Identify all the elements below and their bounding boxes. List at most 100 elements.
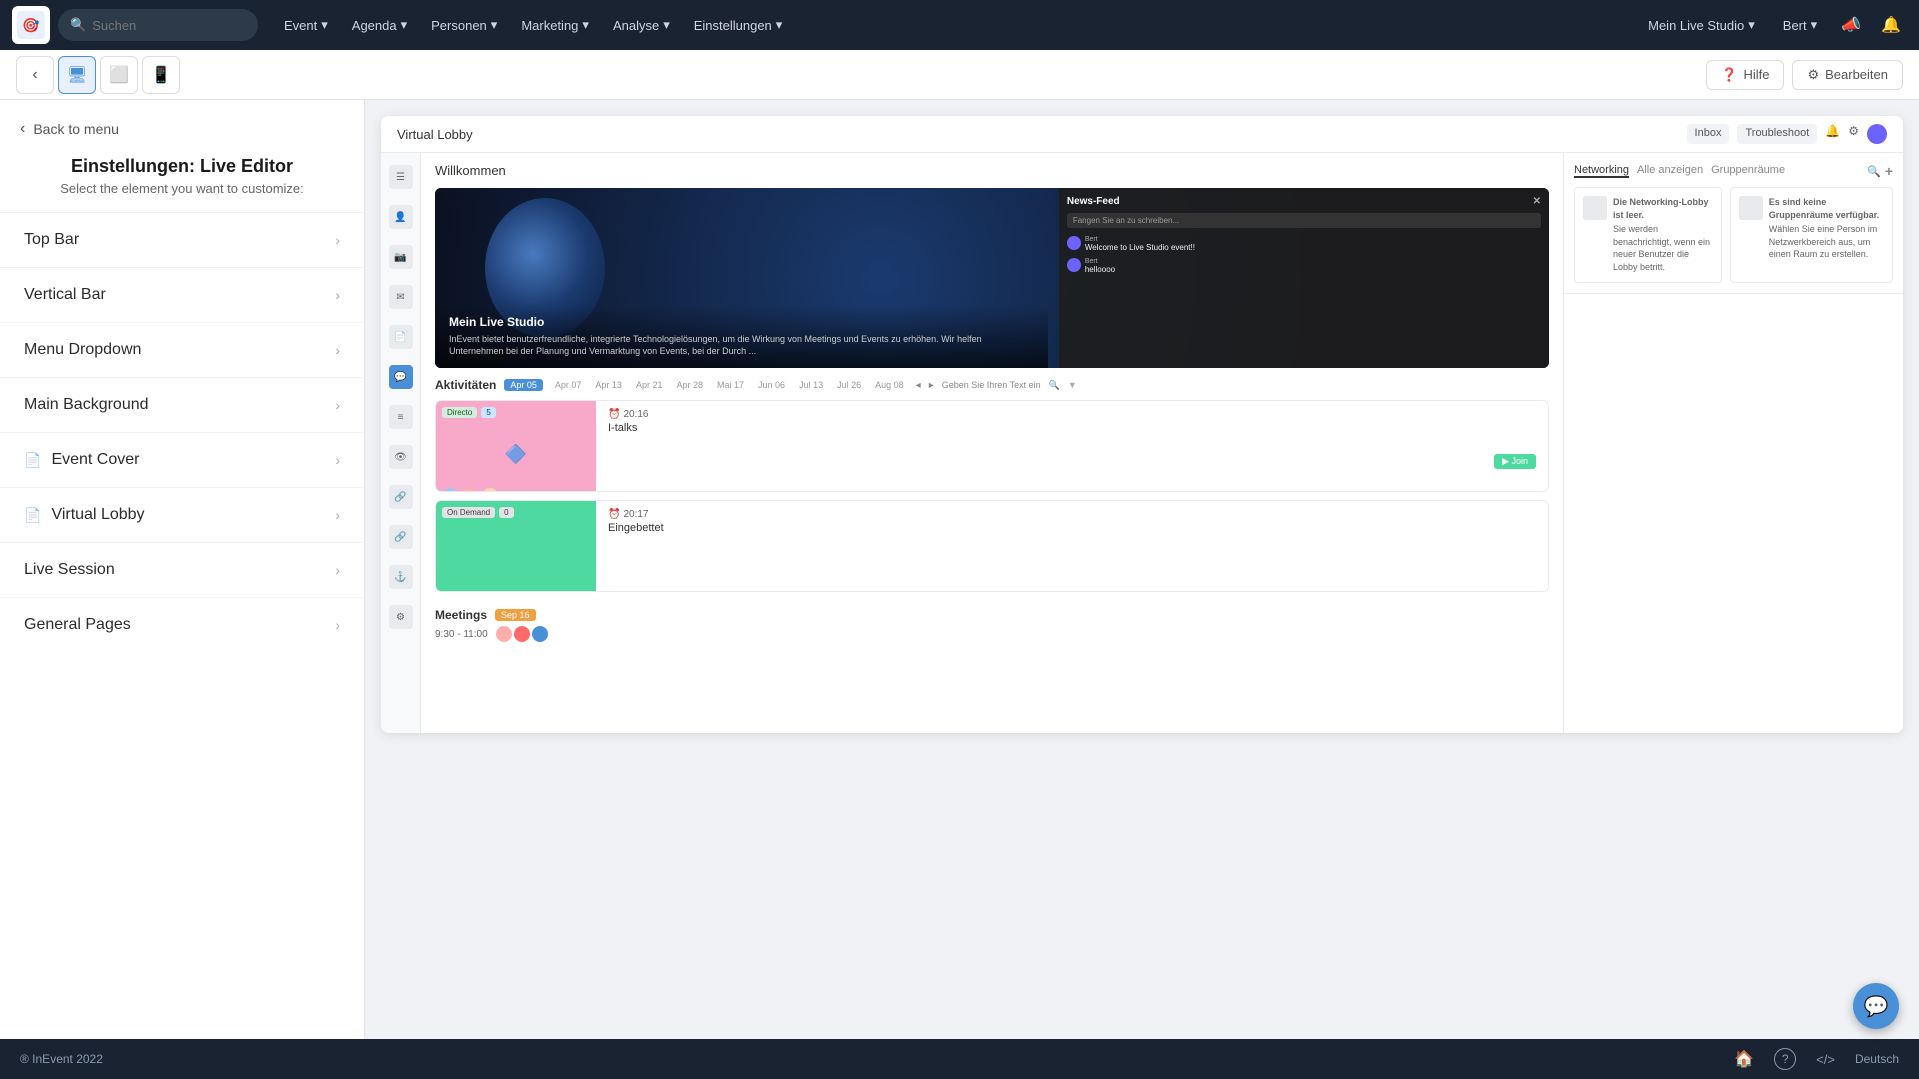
home-icon[interactable]: 🏠	[1734, 1049, 1754, 1069]
preview-frame: Virtual Lobby Inbox Troubleshoot 🔔 ⚙ ☰ 👤…	[381, 116, 1903, 733]
user-avatar	[1867, 124, 1887, 144]
nav-marketing[interactable]: Marketing ▾	[511, 11, 599, 39]
hero-description: InEvent bietet benutzerfreundliche, inte…	[449, 333, 1034, 358]
session-join-button[interactable]: ▶ Join	[1494, 454, 1536, 469]
doc-icon[interactable]: 📄	[389, 325, 413, 349]
group-icon	[1739, 196, 1763, 220]
nav-personen[interactable]: Personen ▾	[421, 11, 507, 39]
chat-avatar	[1067, 236, 1081, 250]
date-badge[interactable]: Apr 05	[504, 379, 543, 391]
add-icon[interactable]: +	[1885, 163, 1893, 179]
camera-icon[interactable]: 📷	[389, 245, 413, 269]
attendee-avatar	[496, 626, 512, 642]
mobile-view-button[interactable]: 📱	[142, 56, 180, 94]
help-button[interactable]: ❓ Hilfe	[1706, 60, 1784, 90]
code-icon[interactable]: </>	[1816, 1052, 1835, 1067]
chevron-down-icon: ▾	[776, 17, 783, 33]
list-icon[interactable]: ≡	[389, 405, 413, 429]
settings2-icon[interactable]: ⚙	[389, 605, 413, 629]
search-box[interactable]: 🔍	[58, 9, 258, 41]
eye-icon[interactable]: 👁	[389, 445, 413, 469]
nav-agenda[interactable]: Agenda ▾	[342, 11, 417, 39]
nav-event[interactable]: Event ▾	[274, 11, 338, 39]
sidebar-title: Einstellungen: Live Editor	[0, 148, 364, 181]
user-menu[interactable]: Bert ▾	[1773, 11, 1827, 39]
sidebar-item-main-background[interactable]: Main Background ›	[0, 377, 364, 432]
filter-icon[interactable]: ▼	[1068, 380, 1077, 390]
tablet-view-button[interactable]: ⬜	[100, 56, 138, 94]
language-selector[interactable]: Deutsch	[1855, 1052, 1899, 1066]
toolbar-left: ‹ 🖥 ⬜ 📱	[16, 56, 180, 94]
session-thumbnail-1: Directo 5 🔷	[436, 401, 596, 491]
session-badge-count2: 0	[499, 507, 513, 518]
link2-icon[interactable]: 🔗	[389, 525, 413, 549]
date-item[interactable]: Apr 28	[672, 378, 707, 392]
filter-input[interactable]: Geben Sie Ihren Text ein	[942, 380, 1041, 390]
edit-button[interactable]: ⚙ Bearbeiten	[1792, 60, 1903, 90]
user-icon[interactable]: 👤	[389, 205, 413, 229]
email-icon[interactable]: ✉	[389, 285, 413, 309]
sidebar-item-general-pages[interactable]: General Pages ›	[0, 597, 364, 652]
gruppenraume-empty-box: Es sind keine Gruppenräume verfügbar. Wä…	[1730, 187, 1893, 283]
bell-icon[interactable]: 🔔	[1875, 9, 1907, 41]
desktop-view-button[interactable]: 🖥	[58, 56, 96, 94]
session-thumbnail-2: On Demand 0	[436, 501, 596, 591]
chat-username: Bert	[1085, 236, 1195, 243]
date-item[interactable]: Jun 06	[754, 378, 789, 392]
chat-input[interactable]: Fangen Sie an zu schreiben...	[1067, 213, 1541, 228]
inbox-button[interactable]: Inbox	[1687, 124, 1730, 144]
sidebar-item-event-cover[interactable]: 📄 Event Cover ›	[0, 432, 364, 487]
chevron-right-icon: ›	[335, 232, 340, 248]
chat-message-1: Bert Welcome to Live Studio event!!	[1067, 236, 1541, 252]
chat-icon[interactable]: 💬	[389, 365, 413, 389]
chevron-right-icon: ›	[335, 562, 340, 578]
date-item[interactable]: Apr 13	[591, 378, 626, 392]
sidebar-item-label: Live Session	[24, 561, 115, 579]
chat-support-button[interactable]: 💬	[1853, 983, 1899, 1029]
date-item[interactable]: Jul 26	[833, 378, 865, 392]
welcome-label: Willkommen	[421, 153, 1563, 188]
date-item[interactable]: Apr 07	[551, 378, 586, 392]
search-icon[interactable]: 🔍	[1867, 165, 1881, 178]
sidebar-subtitle: Select the element you want to customize…	[0, 181, 364, 212]
chat-message-text: Welcome to Live Studio event!!	[1085, 243, 1195, 252]
back-to-menu-button[interactable]: ‹ Back to menu	[0, 100, 364, 148]
chevron-right-icon: ›	[335, 507, 340, 523]
anchor-icon[interactable]: ⚓	[389, 565, 413, 589]
gear-icon: ⚙	[1848, 124, 1859, 144]
menu-icon[interactable]: ☰	[389, 165, 413, 189]
networking-content: Die Networking-Lobby ist leer. Sie werde…	[1574, 187, 1893, 283]
back-button[interactable]: ‹	[16, 56, 54, 94]
chat-avatar	[1067, 258, 1081, 272]
logo[interactable]: 🎯	[12, 6, 50, 44]
sidebar-item-top-bar[interactable]: Top Bar ›	[0, 212, 364, 267]
date-item[interactable]: Jul 13	[795, 378, 827, 392]
show-all-link[interactable]: Alle anzeigen	[1637, 164, 1703, 178]
nav-analyse[interactable]: Analyse ▾	[603, 11, 680, 39]
date-item[interactable]: Apr 21	[632, 378, 667, 392]
nav-prev-icon[interactable]: ◂	[916, 380, 921, 391]
search-icon: 🔍	[70, 17, 86, 33]
tab-gruppenraume[interactable]: Gruppenräume	[1711, 164, 1785, 178]
link-icon[interactable]: 🔗	[389, 485, 413, 509]
sidebar-item-virtual-lobby[interactable]: 📄 Virtual Lobby ›	[0, 487, 364, 542]
megaphone-icon[interactable]: 📣	[1835, 9, 1867, 41]
attendee-avatar	[514, 626, 530, 642]
studio-selector[interactable]: Mein Live Studio ▾	[1638, 11, 1765, 39]
help-circle-icon[interactable]: ?	[1774, 1048, 1796, 1070]
nav-einstellungen[interactable]: Einstellungen ▾	[684, 11, 793, 39]
session-title-1: I-talks	[608, 422, 1536, 434]
preview-main-content: Willkommen Mein Live Studio InEvent biet…	[421, 153, 1563, 733]
date-item[interactable]: Mai 17	[713, 378, 748, 392]
preview-topbar: Virtual Lobby Inbox Troubleshoot 🔔 ⚙	[381, 116, 1903, 153]
troubleshoot-button[interactable]: Troubleshoot	[1737, 124, 1817, 144]
sidebar-item-live-session[interactable]: Live Session ›	[0, 542, 364, 597]
date-item[interactable]: Aug 08	[871, 378, 908, 392]
search-input[interactable]	[92, 18, 246, 33]
nav-next-icon[interactable]: ▸	[929, 380, 934, 391]
sidebar-item-vertical-bar[interactable]: Vertical Bar ›	[0, 267, 364, 322]
tab-networking[interactable]: Networking	[1574, 164, 1629, 178]
activities-section: Aktivitäten Apr 05 Apr 07 Apr 13 Apr 21 …	[421, 368, 1563, 652]
sidebar-item-menu-dropdown[interactable]: Menu Dropdown ›	[0, 322, 364, 377]
session-badge-ondemand: On Demand	[442, 507, 495, 518]
